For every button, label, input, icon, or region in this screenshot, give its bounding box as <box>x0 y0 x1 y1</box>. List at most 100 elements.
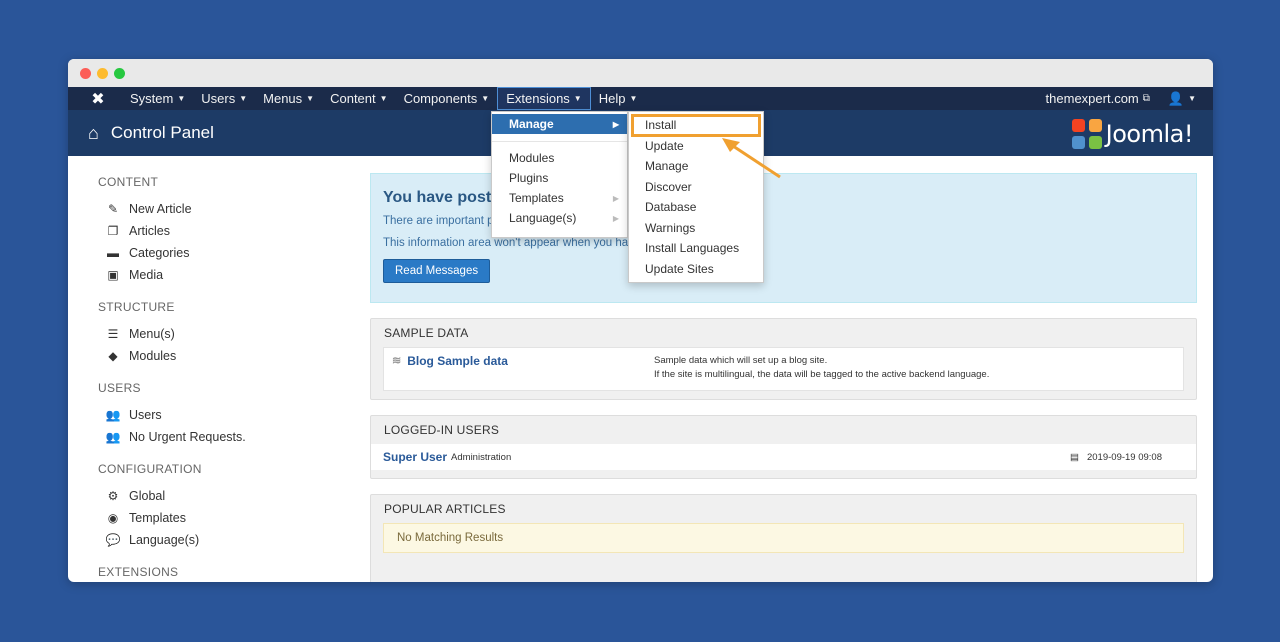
user-name-link[interactable]: Super User <box>383 450 447 464</box>
panel-header: LOGGED-IN USERS <box>384 423 500 437</box>
sample-data-panel: SAMPLE DATA ≋ Blog Sample data Sample da… <box>370 318 1197 400</box>
copy-icon: ❐ <box>107 224 119 238</box>
nav-components[interactable]: Components ▼ <box>396 87 498 110</box>
submenu-item-label: Database <box>645 200 697 215</box>
nav-system[interactable]: System ▼ <box>122 87 193 110</box>
caret-down-icon: ▼ <box>306 94 315 103</box>
browser-window: ✖ System ▼ Users ▼ Menus ▼ Content ▼ Compone… <box>68 59 1213 582</box>
caret-down-icon: ▼ <box>573 94 582 103</box>
list-icon: ☰ <box>107 327 119 341</box>
sidebar-item-global[interactable]: ⚙ Global <box>98 485 348 507</box>
submenu-item-label: Install <box>645 118 677 133</box>
sidebar-item-label: No Urgent Requests. <box>129 430 246 444</box>
caret-right-icon: ▶ <box>612 193 619 203</box>
sidebar-item-menus[interactable]: ☰ Menu(s) <box>98 323 348 345</box>
read-messages-button[interactable]: Read Messages <box>383 259 491 283</box>
external-link-icon: ⧉ <box>1142 93 1150 104</box>
sidebar-section-users: USERS 👥 Users 👥 No Urgent Requests. <box>98 381 348 448</box>
sidebar-item-label: Global <box>129 489 166 503</box>
sidebar-section-title: EXTENSIONS <box>98 565 179 579</box>
sidebar-item-templates[interactable]: ◉ Templates <box>98 507 348 529</box>
sidebar-section-title: CONFIGURATION <box>98 462 202 476</box>
sidebar-item-categories[interactable]: ▬ Categories <box>98 242 348 264</box>
submenu-item-label: Manage <box>645 159 689 174</box>
home-icon: ⌂ <box>88 122 99 143</box>
submenu-item-update-sites[interactable]: Update Sites <box>629 259 763 280</box>
joomla-menu-icon[interactable]: ✖ <box>86 89 110 109</box>
nav-help-label: Help <box>598 91 626 106</box>
submenu-item-install-languages[interactable]: Install Languages <box>629 238 763 259</box>
extensions-dropdown: Manage ▶ Modules Plugins Templates ▶ Langu… <box>491 111 628 238</box>
site-link-label: themexpert.com <box>1045 91 1139 106</box>
nav-system-label: System <box>130 91 174 106</box>
joomla-logo-mark <box>1071 119 1102 149</box>
caret-right-icon: ▶ <box>612 119 619 129</box>
comments-icon: 💬 <box>105 533 121 547</box>
menu-item-languages[interactable]: Language(s) ▶ <box>492 208 627 228</box>
menu-item-manage[interactable]: Manage ▶ <box>492 114 627 134</box>
panel-header: POPULAR ARTICLES <box>384 502 506 516</box>
sidebar-item-articles[interactable]: ❐ Articles <box>98 220 348 242</box>
nav-users-label: Users <box>201 91 236 106</box>
minimize-window-button[interactable] <box>97 67 108 79</box>
sample-data-row: ≋ Blog Sample data Sample data which wil… <box>384 348 1183 390</box>
sidebar-item-label: Categories <box>129 246 190 260</box>
menu-item-plugins[interactable]: Plugins <box>492 168 627 188</box>
sidebar-item-media[interactable]: ▣ Media <box>98 264 348 286</box>
nav-menus-label: Menus <box>263 91 303 106</box>
caret-down-icon: ▼ <box>481 94 490 103</box>
nav-menus[interactable]: Menus ▼ <box>255 87 322 110</box>
sidebar-item-urgent-requests[interactable]: 👥 No Urgent Requests. <box>98 426 348 448</box>
alert-line-2: This information area won't appear when … <box>383 237 641 249</box>
user-date-value: 2019-09-19 09:08 <box>1086 451 1162 463</box>
site-link[interactable]: themexpert.com ⧉ <box>1037 87 1159 110</box>
sample-data-link[interactable]: ≋ Blog Sample data <box>392 354 654 382</box>
menu-item-modules[interactable]: Modules <box>492 148 627 168</box>
maximize-window-button[interactable] <box>114 67 125 79</box>
sample-desc-2: If the site is multilingual, the data wi… <box>654 369 990 380</box>
sidebar-section-title: CONTENT <box>98 175 159 189</box>
submenu-item-database[interactable]: Database <box>629 197 763 218</box>
submenu-item-label: Update <box>645 138 684 153</box>
sidebar-item-languages[interactable]: 💬 Language(s) <box>98 529 348 551</box>
menu-item-templates[interactable]: Templates ▶ <box>492 188 627 208</box>
user-date: ▤ 2019-09-19 09:08 <box>1070 452 1184 463</box>
calendar-icon: ▤ <box>1070 451 1079 463</box>
caret-right-icon: ▶ <box>612 213 619 223</box>
window-titlebar <box>68 59 1213 87</box>
annotation-arrow-icon <box>722 138 781 179</box>
logged-in-users-panel: LOGGED-IN USERS Super User Administratio… <box>370 415 1197 479</box>
sidebar-item-label: Users <box>129 408 162 422</box>
nav-extensions[interactable]: Extensions ▼ <box>497 87 591 110</box>
nav-content[interactable]: Content ▼ <box>322 87 395 110</box>
sample-data-description: Sample data which will set up a blog sit… <box>654 354 989 382</box>
close-window-button[interactable] <box>80 67 91 79</box>
pencil-icon: ✎ <box>107 202 119 216</box>
panel-body: ≋ Blog Sample data Sample data which wil… <box>383 347 1184 391</box>
nav-components-label: Components <box>403 91 478 106</box>
submenu-item-warnings[interactable]: Warnings <box>629 218 763 239</box>
sidebar-item-label: Modules <box>129 349 177 363</box>
nav-help[interactable]: Help ▼ <box>591 87 646 110</box>
sidebar-item-label: Templates <box>129 511 186 525</box>
folder-icon: ▬ <box>107 246 119 260</box>
menu-divider <box>492 141 627 142</box>
sidebar-section-title: USERS <box>98 381 141 395</box>
logged-in-user-row: Super User Administration ▤ 2019-09-19 09… <box>371 444 1196 470</box>
sidebar-item-new-article[interactable]: ✎ New Article <box>98 198 348 220</box>
nav-users[interactable]: Users ▼ <box>193 87 255 110</box>
submenu-item-install[interactable]: Install <box>631 114 761 137</box>
wifi-icon: ≋ <box>392 355 402 367</box>
submenu-item-label: Warnings <box>645 220 696 235</box>
user-icon: 👤 <box>1167 90 1185 106</box>
sidebar-section-structure: STRUCTURE ☰ Menu(s) ◆ Modules <box>98 300 348 367</box>
sidebar-section-extensions: EXTENSIONS <box>98 565 348 579</box>
sidebar-item-users[interactable]: 👥 Users <box>98 404 348 426</box>
caret-down-icon: ▼ <box>239 94 248 103</box>
submenu-item-label: Discover <box>645 179 692 194</box>
no-results-message: No Matching Results <box>383 523 1184 553</box>
user-menu[interactable]: 👤 ▼ <box>1159 87 1205 110</box>
sidebar-item-modules[interactable]: ◆ Modules <box>98 345 348 367</box>
users-icon: 👥 <box>105 430 121 444</box>
caret-down-icon: ▼ <box>629 94 638 103</box>
